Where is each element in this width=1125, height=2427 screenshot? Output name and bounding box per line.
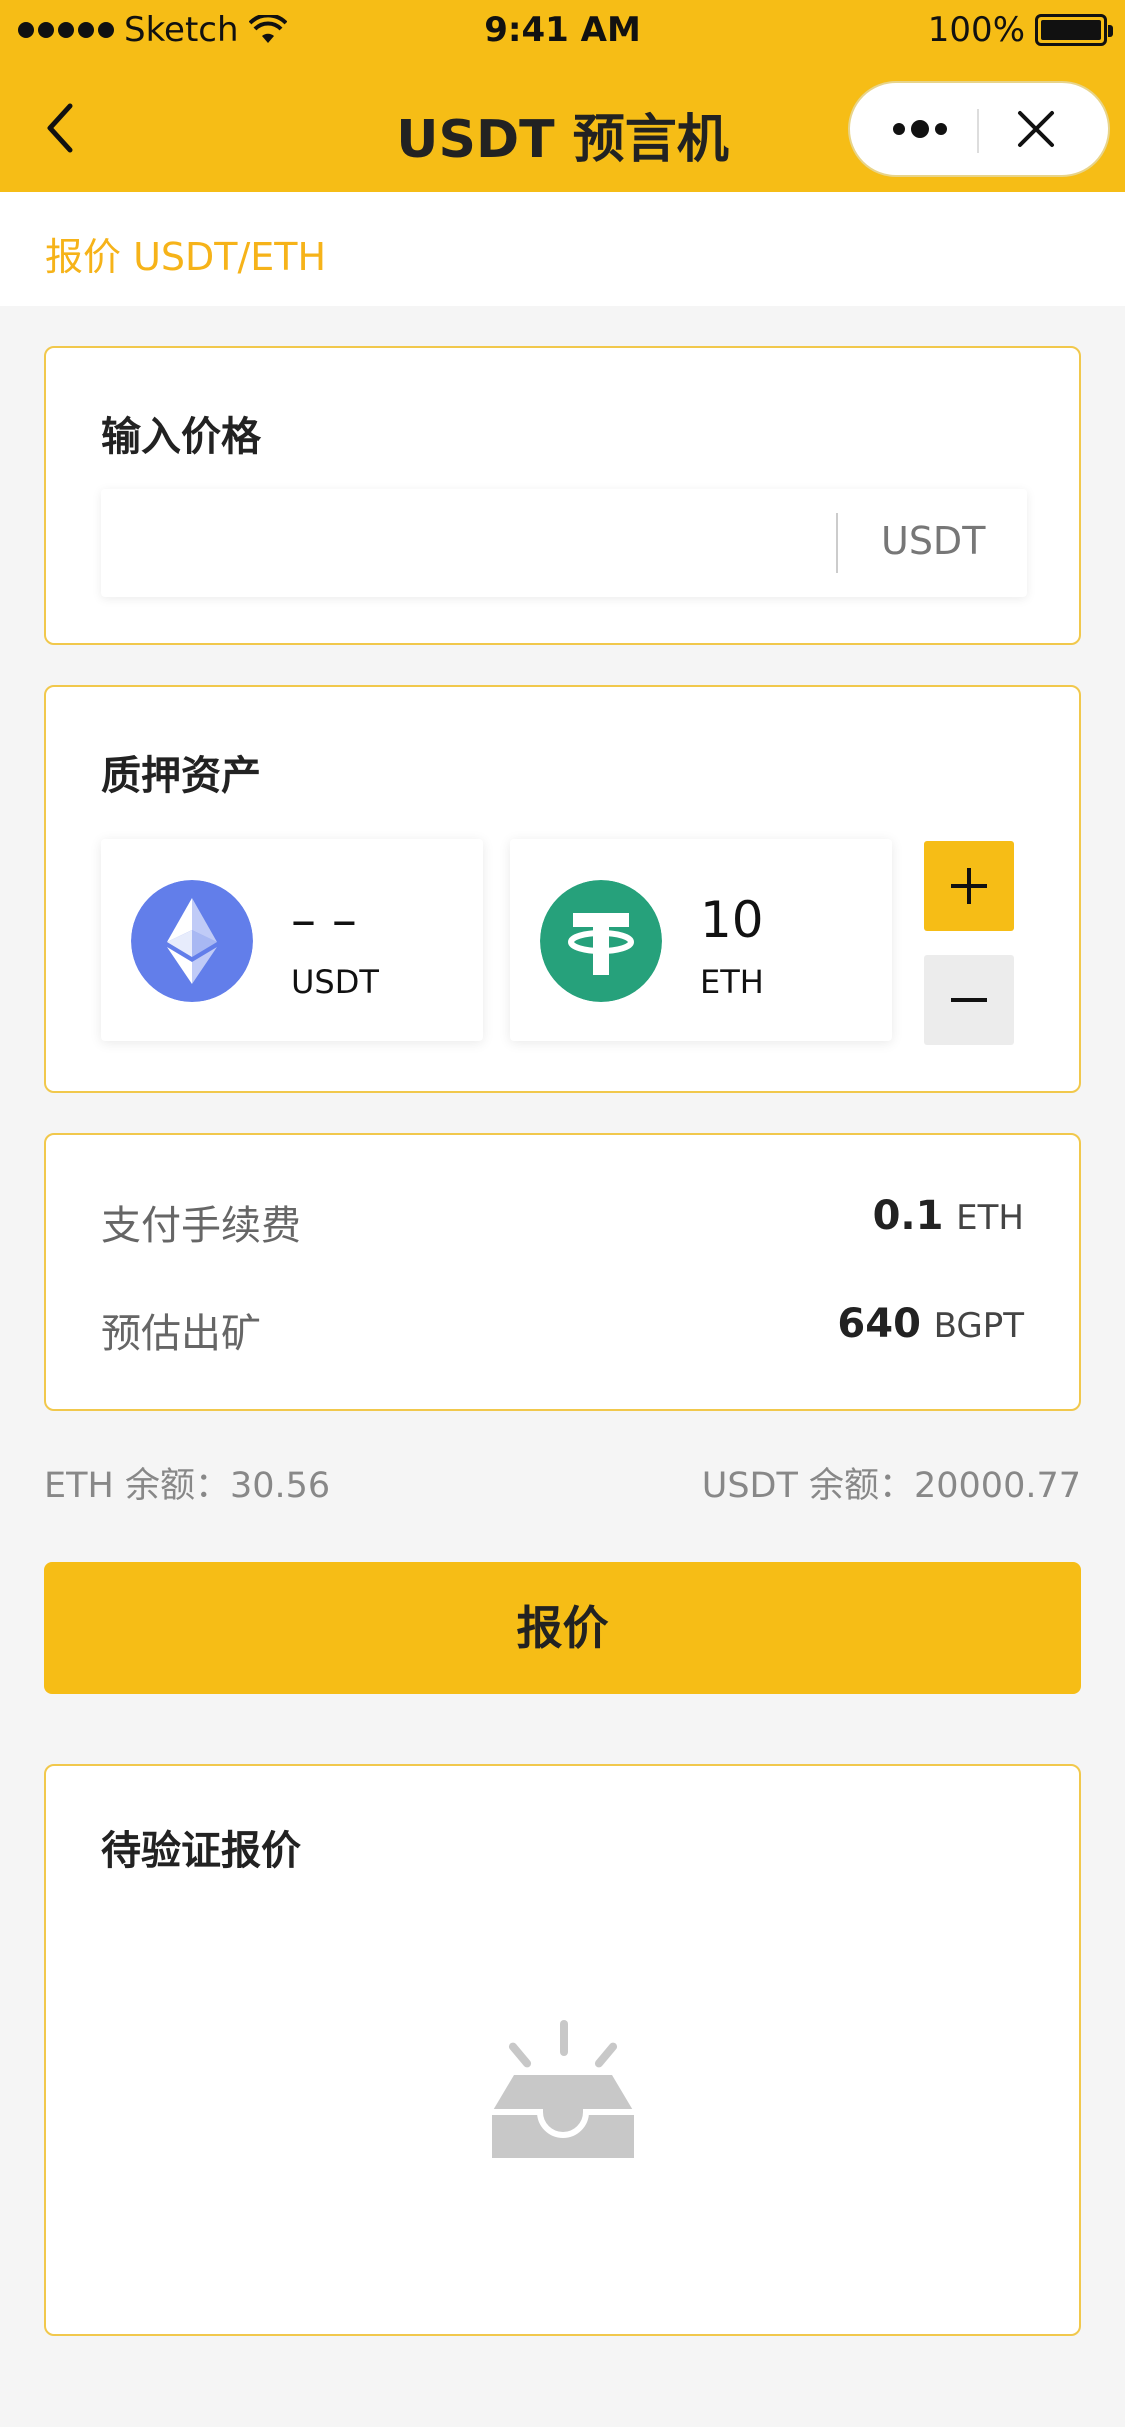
capsule-divider <box>977 109 979 153</box>
input-divider <box>836 513 838 573</box>
asset-eth-currency: ETH <box>700 963 764 1001</box>
pair-subheader: 报价 USDT/ETH <box>0 192 1125 306</box>
battery-icon <box>1035 14 1113 46</box>
increase-button[interactable] <box>924 841 1014 931</box>
top-bar: Sketch 9:41 AM 100% USDT 预言机 <box>0 0 1125 192</box>
pending-quotes-card: 待验证报价 <box>44 1764 1081 2336</box>
price-card-title: 输入价格 <box>101 414 261 460</box>
pending-card-title: 待验证报价 <box>101 1828 301 1874</box>
asset-usdt: – – USDT <box>101 839 483 1041</box>
battery-area: 100% <box>927 10 1113 50</box>
usdt-balance: USDT 余额：20000.77 <box>701 1466 1081 1506</box>
mining-unit: BGPT <box>933 1306 1024 1346</box>
decrease-button[interactable] <box>924 955 1014 1045</box>
eth-balance: ETH 余额：30.56 <box>44 1466 331 1506</box>
collateral-card-title: 质押资产 <box>101 753 261 799</box>
mining-value: 640 BGPT <box>837 1301 1024 1347</box>
minus-icon <box>951 998 987 1002</box>
empty-inbox-icon <box>492 2020 634 2158</box>
tether-icon <box>540 880 662 1002</box>
price-card: 输入价格 USDT <box>44 346 1081 645</box>
price-unit: USDT <box>881 519 986 563</box>
balances-row: ETH 余额：30.56 USDT 余额：20000.77 <box>44 1457 1081 1507</box>
mining-amount: 640 <box>837 1301 921 1347</box>
fee-label: 支付手续费 <box>101 1203 301 1249</box>
fee-card: 支付手续费 0.1 ETH 预估出矿 640 BGPT <box>44 1133 1081 1411</box>
asset-eth-value: 10 <box>700 891 764 949</box>
price-input[interactable] <box>121 509 801 577</box>
asset-eth: 10 ETH <box>510 839 892 1041</box>
price-input-box: USDT <box>101 489 1027 597</box>
asset-usdt-currency: USDT <box>291 963 379 1001</box>
fee-amount: 0.1 <box>872 1193 944 1239</box>
more-icon[interactable] <box>870 83 970 175</box>
mini-program-capsule <box>848 81 1110 177</box>
fee-unit: ETH <box>956 1198 1024 1238</box>
battery-percent: 100% <box>927 10 1025 50</box>
plus-icon <box>951 868 987 904</box>
status-bar: Sketch 9:41 AM 100% <box>0 0 1125 62</box>
quote-button[interactable]: 报价 <box>44 1562 1081 1694</box>
collateral-card: 质押资产 – – USDT 10 ETH <box>44 685 1081 1093</box>
close-icon[interactable] <box>1010 103 1062 155</box>
pair-label: 报价 USDT/ETH <box>45 235 327 279</box>
nav-bar: USDT 预言机 <box>0 62 1125 192</box>
fee-value: 0.1 ETH <box>873 1193 1024 1239</box>
asset-usdt-value: – – <box>291 891 357 949</box>
mining-label: 预估出矿 <box>101 1311 261 1357</box>
ethereum-icon <box>131 880 253 1002</box>
